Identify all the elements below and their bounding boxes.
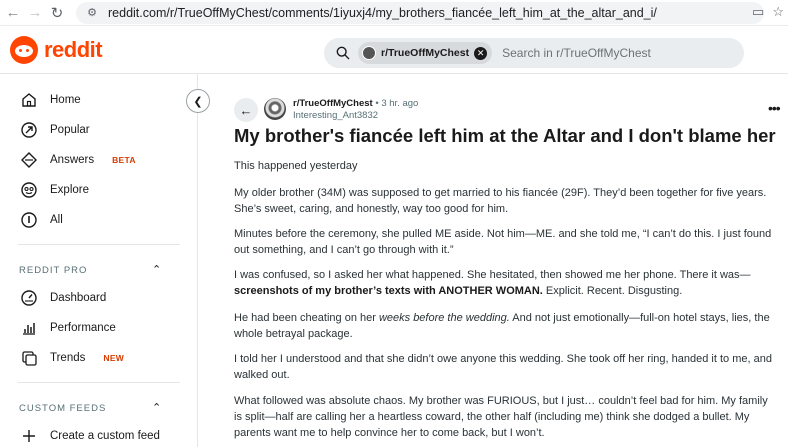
install-app-icon[interactable]: ▭ [752, 4, 764, 20]
subreddit-search-chip: r/TrueOffMyChest ✕ [358, 42, 493, 64]
chevron-up-icon[interactable]: ⌃ [152, 401, 161, 414]
section-header-reddit-pro[interactable]: REDDIT PRO [19, 265, 87, 276]
post-paragraph: This happened yesterday [234, 160, 358, 172]
subreddit-avatar[interactable] [264, 98, 286, 120]
explore-icon [21, 182, 37, 198]
address-bar[interactable]: ⚙ reddit.com/r/TrueOffMyChest/comments/1… [76, 1, 764, 24]
sidebar-item-label: Trends [50, 352, 86, 364]
chevron-up-icon[interactable]: ⌃ [152, 263, 161, 276]
bookmark-star-icon[interactable]: ☆ [772, 4, 784, 20]
sidebar-item-label: Home [50, 94, 81, 106]
sidebar-item-trends[interactable]: Trends NEW [20, 348, 124, 368]
more-options-icon[interactable]: ••• [768, 100, 781, 116]
italic-text: weeks before the wedding. [378, 312, 510, 324]
new-badge: NEW [103, 353, 125, 363]
logo-text: reddit [44, 37, 103, 62]
sidebar-item-all[interactable]: All [20, 210, 63, 230]
sidebar-divider [18, 244, 180, 245]
sidebar-item-popular[interactable]: Popular [20, 120, 90, 140]
sidebar-item-label: Popular [50, 124, 90, 136]
sidebar-item-performance[interactable]: Performance [20, 318, 116, 338]
meta-separator: • [375, 98, 379, 109]
post-paragraph: I was confused, so I asked her what happ… [234, 267, 774, 299]
dashboard-icon [21, 290, 37, 306]
performance-icon [23, 323, 35, 335]
post-paragraph: My older brother (34M) was supposed to g… [234, 187, 767, 215]
subreddit-avatar-icon [362, 46, 376, 60]
search-input[interactable] [502, 46, 733, 60]
post-paragraph: Minutes before the ceremony, she pulled … [234, 228, 772, 256]
beta-badge: BETA [112, 155, 136, 165]
post-time: 3 hr. ago [381, 98, 419, 109]
clear-chip-icon[interactable]: ✕ [474, 46, 488, 60]
sidebar-divider [18, 382, 180, 383]
sidebar-item-label: All [50, 214, 63, 226]
paragraph-text: He had been cheating on her [234, 312, 379, 324]
post-paragraph: What followed was absolute chaos. My bro… [234, 395, 768, 439]
sidebar-item-dashboard[interactable]: Dashboard [20, 288, 106, 308]
popular-icon [21, 122, 37, 138]
collapse-sidebar-button[interactable]: ❮ [186, 89, 210, 113]
url-text: reddit.com/r/TrueOffMyChest/comments/1iy… [108, 5, 657, 20]
paragraph-text: I was confused, so I asked her what happ… [234, 269, 751, 281]
chip-label: r/TrueOffMyChest [381, 47, 470, 59]
search-icon [336, 46, 350, 60]
sidebar-item-explore[interactable]: Explore [20, 180, 89, 200]
answers-icon [21, 152, 37, 168]
subreddit-link[interactable]: r/TrueOffMyChest [293, 98, 373, 109]
site-settings-icon[interactable]: ⚙ [84, 5, 100, 21]
create-custom-feed-button[interactable]: Create a custom feed [20, 426, 160, 446]
sidebar-item-answers[interactable]: Answers BETA [20, 150, 136, 170]
post-paragraph: I told her I understood and that she did… [234, 353, 772, 381]
reddit-logo[interactable]: reddit [10, 36, 103, 64]
sidebar-item-label: Answers [50, 154, 95, 166]
sidebar-item-label: Explore [50, 184, 89, 196]
reddit-snoo-icon [10, 36, 38, 64]
home-icon [22, 93, 36, 107]
post-title: My brother's fiancée left him at the Alt… [234, 125, 776, 146]
post-paragraph: He had been cheating on her weeks before… [234, 310, 774, 342]
search-bar[interactable]: r/TrueOffMyChest ✕ [324, 38, 744, 68]
browser-reload-button[interactable]: ↻ [46, 2, 68, 24]
post-meta: r/TrueOffMyChest • 3 hr. ago [293, 98, 418, 109]
trends-icon [22, 351, 37, 366]
browser-forward-button[interactable]: → [24, 2, 46, 24]
sidebar-item-home[interactable]: Home [20, 90, 81, 110]
author-link[interactable]: Interesting_Ant3832 [293, 110, 378, 121]
paragraph-text: Explicit. Recent. Disgusting. [542, 285, 683, 297]
bold-text: screenshots of my brother’s texts with A… [234, 285, 543, 297]
sidebar-item-label: Dashboard [50, 292, 107, 304]
create-feed-label: Create a custom feed [50, 430, 160, 442]
sidebar-item-label: Performance [50, 322, 116, 334]
browser-back-button[interactable]: ← [2, 2, 24, 24]
browser-toolbar: ← → ↻ ⚙ reddit.com/r/TrueOffMyChest/comm… [0, 0, 788, 26]
left-sidebar: Home Popular Answers BETA Explore All RED… [0, 74, 198, 447]
back-button[interactable]: ← [234, 98, 258, 122]
plus-icon [23, 430, 35, 442]
all-icon [21, 212, 37, 228]
section-header-custom-feeds[interactable]: CUSTOM FEEDS [19, 403, 106, 414]
